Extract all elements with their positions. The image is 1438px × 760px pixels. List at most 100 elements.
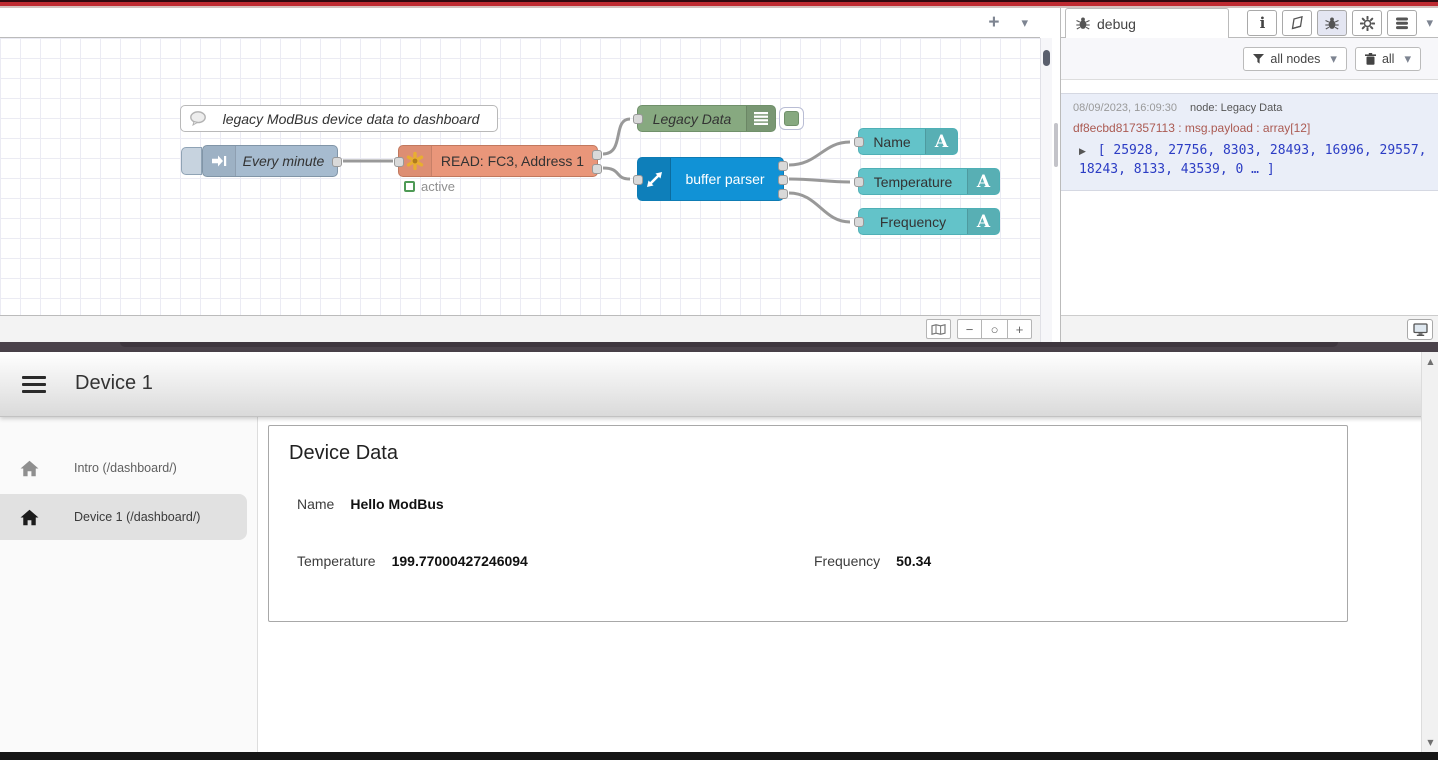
debug-msg-path: df8ecbd817357113 : msg.payload : array[1… xyxy=(1073,121,1427,135)
zoom-in-button[interactable]: + xyxy=(1007,319,1032,339)
sidebar-menu-button[interactable]: ▾ xyxy=(1426,16,1433,31)
inject-arrow-icon xyxy=(203,146,236,176)
debug-footer xyxy=(1061,315,1438,342)
buffer-parser-node-label: buffer parser xyxy=(671,171,783,187)
text-widget-icon: A xyxy=(967,209,999,234)
flow-tab-bar: + ▾ xyxy=(0,8,1040,38)
output-port-1[interactable] xyxy=(592,150,602,160)
config-nodes-tab-button[interactable] xyxy=(1352,10,1382,36)
output-port-2[interactable] xyxy=(778,175,788,185)
window-bottom-strip xyxy=(0,752,1438,760)
workspace-footer: − ○ + xyxy=(0,315,1040,342)
modbus-read-node[interactable]: READ: FC3, Address 1 xyxy=(398,145,598,177)
node-red-editor: + ▾ legacy ModBus xyxy=(0,8,1438,342)
output-port-3[interactable] xyxy=(778,189,788,199)
input-port[interactable] xyxy=(854,177,864,187)
nav-item-device1[interactable]: Device 1 (/dashboard/) xyxy=(0,494,247,540)
dashboard-nav-sidebar: Intro (/dashboard/) Device 1 (/dashboard… xyxy=(0,417,258,752)
debug-enable-toggle[interactable] xyxy=(779,107,804,130)
comment-node-label: legacy ModBus device data to dashboard xyxy=(215,111,497,127)
home-icon xyxy=(20,460,39,477)
wire[interactable] xyxy=(603,119,630,154)
dashboard-main: Device Data Name Hello ModBus Temperatur… xyxy=(258,417,1421,752)
field-label: Name xyxy=(297,496,334,512)
output-port-1[interactable] xyxy=(778,161,788,171)
nav-item-label: Intro (/dashboard/) xyxy=(58,461,177,475)
input-port[interactable] xyxy=(633,114,643,124)
console-list-icon xyxy=(746,106,775,131)
field-value: 50.34 xyxy=(896,553,931,569)
debug-filter-label: all nodes xyxy=(1270,52,1320,66)
input-port[interactable] xyxy=(854,137,864,147)
bug-icon xyxy=(1325,17,1339,30)
nav-item-intro[interactable]: Intro (/dashboard/) xyxy=(0,445,247,491)
flow-canvas[interactable]: legacy ModBus device data to dashboard E… xyxy=(0,38,1040,315)
add-flow-button[interactable]: + xyxy=(988,12,999,34)
input-port[interactable] xyxy=(854,217,864,227)
ui-text-node-name[interactable]: Name A xyxy=(858,128,958,155)
dashboard-header: Device 1 xyxy=(0,352,1438,417)
funnel-icon xyxy=(1253,54,1264,64)
dashboard-scrollbar[interactable]: ▲ ▼ xyxy=(1421,352,1438,752)
scroll-up-arrow[interactable]: ▲ xyxy=(1422,357,1438,366)
input-port[interactable] xyxy=(633,175,643,185)
output-port-2[interactable] xyxy=(592,164,602,174)
workspace-scrollbar[interactable] xyxy=(1040,38,1052,342)
inject-trigger-button[interactable] xyxy=(181,147,202,175)
debug-message[interactable]: 08/09/2023, 16:09:30 node: Legacy Data d… xyxy=(1061,93,1438,191)
ui-text-node-label: Temperature xyxy=(859,174,967,190)
flow-list-menu-button[interactable]: ▾ xyxy=(1021,16,1028,31)
scroll-down-arrow[interactable]: ▼ xyxy=(1422,738,1438,747)
debug-tab-button[interactable] xyxy=(1317,10,1347,36)
ui-text-node-label: Frequency xyxy=(859,214,967,230)
debug-toolbar: all nodes ▾ all ▾ xyxy=(1061,38,1438,80)
input-port[interactable] xyxy=(394,157,404,167)
zoom-reset-button[interactable]: ○ xyxy=(982,319,1007,339)
scrollbar-thumb[interactable] xyxy=(1043,50,1050,66)
modbus-read-node-label: READ: FC3, Address 1 xyxy=(432,153,597,169)
window-top-strip xyxy=(0,0,1438,8)
monitor-icon xyxy=(1413,323,1428,336)
comment-node[interactable]: legacy ModBus device data to dashboard xyxy=(180,105,498,132)
field-temperature: Temperature 199.77000427246094 xyxy=(297,553,528,569)
output-port[interactable] xyxy=(332,157,342,167)
field-label: Frequency xyxy=(814,553,880,569)
ui-text-node-frequency[interactable]: Frequency A xyxy=(858,208,1000,235)
zoom-out-button[interactable]: − xyxy=(957,319,982,339)
info-tab-button[interactable]: i xyxy=(1247,10,1277,36)
debug-node[interactable]: Legacy Data xyxy=(637,105,776,132)
debug-node-label: Legacy Data xyxy=(638,111,746,127)
wire[interactable] xyxy=(789,142,850,165)
node-status: active xyxy=(404,179,455,194)
debug-filter-button[interactable]: all nodes ▾ xyxy=(1243,47,1347,71)
expand-payload-caret[interactable]: ▶ xyxy=(1079,147,1086,157)
ui-text-node-label: Name xyxy=(859,134,925,150)
flow-workspace: + ▾ legacy ModBus xyxy=(0,8,1040,342)
debug-clear-button[interactable]: all ▾ xyxy=(1355,47,1421,71)
wire[interactable] xyxy=(789,193,850,222)
debug-clear-label: all xyxy=(1382,52,1395,66)
open-debug-window-button[interactable] xyxy=(1407,319,1433,340)
chevron-down-icon: ▾ xyxy=(1404,52,1411,67)
trash-icon xyxy=(1365,53,1376,65)
buffer-parser-node[interactable]: buffer parser xyxy=(637,157,784,201)
wire[interactable] xyxy=(603,168,630,179)
ui-text-node-temperature[interactable]: Temperature A xyxy=(858,168,1000,195)
sidebar-resize-handle[interactable] xyxy=(1052,8,1060,342)
navigator-map-button[interactable] xyxy=(926,319,951,339)
tab-debug-label: debug xyxy=(1097,16,1136,32)
context-data-tab-button[interactable] xyxy=(1387,10,1417,36)
help-tab-button[interactable] xyxy=(1282,10,1312,36)
speech-bubble-icon xyxy=(181,106,215,131)
bug-icon xyxy=(1076,17,1090,30)
menu-hamburger-button[interactable] xyxy=(22,376,46,393)
inject-node[interactable]: Every minute xyxy=(202,145,338,177)
wire[interactable] xyxy=(789,179,850,182)
debug-message-list[interactable]: 08/09/2023, 16:09:30 node: Legacy Data d… xyxy=(1061,80,1438,315)
gear-icon xyxy=(1360,16,1375,31)
tab-debug[interactable]: debug xyxy=(1065,8,1229,38)
text-widget-icon: A xyxy=(967,169,999,194)
sidebar-header: debug i xyxy=(1061,8,1438,38)
status-ring-icon xyxy=(404,181,415,192)
dashboard-window: Device 1 Intro (/dashboard/) Device 1 (/… xyxy=(0,352,1438,752)
